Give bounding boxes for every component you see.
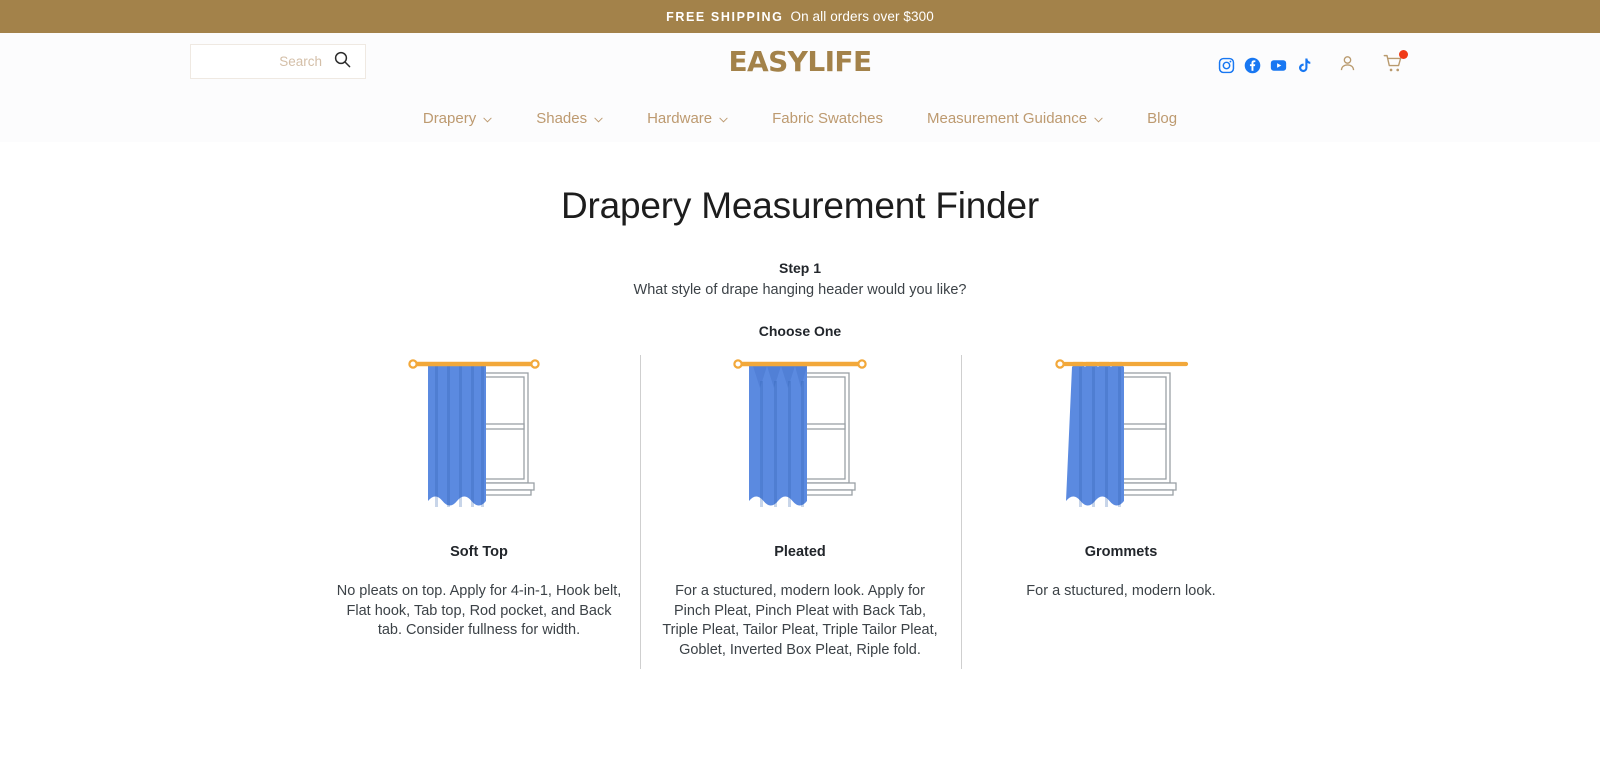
chevron-down-icon — [594, 110, 603, 127]
option-title: Pleated — [774, 544, 826, 560]
nav-item-blog[interactable]: Blog — [1125, 110, 1199, 127]
announcement-text: On all orders over $300 — [790, 9, 934, 24]
announcement-bar: FREE SHIPPING On all orders over $300 — [0, 0, 1600, 33]
grommets-curtain-illustration — [1046, 351, 1196, 531]
pleated-curtain-illustration — [725, 351, 875, 531]
option-grommets[interactable]: Grommets For a stuctured, modern look. — [960, 351, 1282, 669]
search-input[interactable] — [224, 53, 334, 70]
soft-top-curtain-illustration — [404, 351, 554, 531]
search-icon[interactable] — [334, 51, 351, 73]
chevron-down-icon — [1094, 110, 1103, 127]
choose-one-label: Choose One — [758, 323, 842, 339]
nav-label: Drapery — [422, 109, 477, 127]
nav-item-measurement-guidance[interactable]: Measurement Guidance — [905, 110, 1125, 127]
cart-badge — [1399, 49, 1408, 59]
site-header: EASYLIFE — [0, 33, 1600, 98]
option-title: Soft Top — [450, 544, 508, 560]
nav-item-hardware[interactable]: Hardware — [625, 110, 750, 127]
nav-label: Hardware — [647, 109, 713, 127]
nav-item-shades[interactable]: Shades — [514, 110, 625, 127]
option-soft-top[interactable]: Soft Top No pleats on top. Apply for 4-i… — [319, 351, 640, 660]
nav-item-drapery[interactable]: Drapery — [401, 110, 514, 127]
account-icon[interactable] — [1338, 54, 1357, 78]
cart-button[interactable] — [1383, 49, 1408, 79]
option-list: Soft Top No pleats on top. Apply for 4-i… — [0, 351, 1600, 669]
option-description: For a stuctured, modern look. Apply for … — [662, 583, 938, 658]
chevron-down-icon — [719, 110, 728, 127]
main-navigation: Drapery Shades Hardware Fabric Swatches … — [0, 98, 1600, 142]
option-title: Grommets — [1084, 544, 1158, 560]
option-pleated[interactable]: Pleated For a stuctured, modern look. Ap… — [639, 351, 961, 669]
chevron-down-icon — [483, 110, 492, 127]
main-content: Drapery Measurement Finder Step 1 What s… — [0, 142, 1600, 669]
option-description: For a stuctured, modern look. — [1026, 583, 1216, 599]
nav-label: Shades — [536, 109, 588, 127]
instagram-icon[interactable] — [1218, 57, 1235, 74]
nav-item-fabric-swatches[interactable]: Fabric Swatches — [750, 110, 905, 127]
option-description: No pleats on top. Apply for 4-in-1, Hook… — [336, 583, 622, 638]
step-question: What style of drape hanging header would… — [633, 282, 967, 298]
facebook-icon[interactable] — [1244, 57, 1261, 74]
step-label: Step 1 — [778, 260, 821, 276]
site-logo[interactable]: EASYLIFE — [729, 45, 873, 78]
search-box[interactable] — [190, 44, 366, 79]
nav-label: Measurement Guidance — [927, 109, 1088, 127]
header-actions — [1218, 33, 1408, 98]
announcement-strong-text: FREE SHIPPING — [666, 9, 784, 24]
nav-label: Blog — [1147, 109, 1178, 127]
page-title: Drapery Measurement Finder — [560, 185, 1040, 226]
youtube-icon[interactable] — [1270, 57, 1287, 74]
nav-label: Fabric Swatches — [772, 109, 883, 127]
tiktok-icon[interactable] — [1296, 57, 1313, 74]
